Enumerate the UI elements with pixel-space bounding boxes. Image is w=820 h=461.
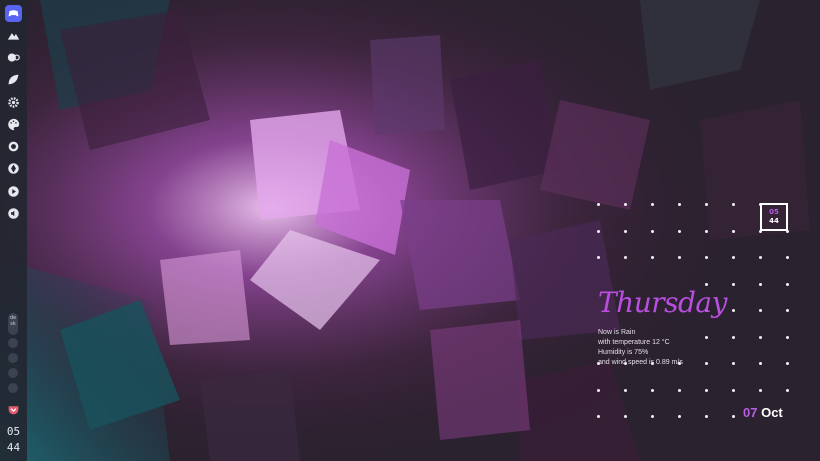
grid-dot — [678, 203, 681, 206]
grid-dot — [732, 335, 735, 339]
workspace-dot[interactable] — [8, 353, 18, 363]
grid-dot — [705, 388, 708, 392]
date-month: Oct — [761, 405, 783, 420]
grid-dot — [759, 335, 762, 339]
grid-dot — [678, 229, 681, 233]
aperture-icon[interactable] — [6, 161, 21, 176]
grid-dot — [759, 388, 762, 392]
grid-dot — [597, 203, 600, 206]
leaf-icon[interactable] — [6, 72, 21, 87]
grid-dot — [705, 203, 708, 206]
grid-dot — [705, 229, 708, 233]
grid-dot — [651, 229, 654, 233]
pocket-icon[interactable] — [6, 402, 21, 417]
grid-dot — [597, 256, 600, 259]
grid-dot — [651, 256, 654, 259]
workspace-dot[interactable] — [8, 338, 18, 348]
grid-dot — [678, 256, 681, 259]
grid-dot — [705, 335, 708, 339]
grid-dot — [624, 388, 627, 392]
grid-dot — [597, 388, 600, 392]
day-name: Thursday — [598, 286, 727, 319]
grid-dot — [732, 362, 735, 365]
grid-dot — [732, 203, 735, 206]
workspace-active[interactable]: de sk — [8, 313, 18, 335]
workspace-dot[interactable] — [8, 383, 18, 393]
sidebar-clock-minute: 44 — [6, 441, 21, 454]
grid-dot — [786, 256, 789, 259]
mountain-icon[interactable] — [6, 28, 21, 43]
grid-dot — [732, 229, 735, 233]
grid-dot — [786, 362, 789, 365]
weather-text: Now is Rain with temperature 12 °C Humid… — [598, 328, 683, 368]
weather-line: with temperature 12 °C — [598, 339, 670, 346]
volume-icon[interactable] — [6, 206, 21, 221]
grid-dot — [678, 388, 681, 392]
clock-widget: 05 44 — [760, 203, 788, 231]
weather-line: and wind speed is 0.89 m/s — [598, 359, 683, 366]
grid-dot — [759, 362, 762, 365]
grid-dot — [732, 388, 735, 392]
palette-icon[interactable] — [6, 117, 21, 132]
weather-line: Now is Rain — [598, 329, 636, 336]
play-icon[interactable] — [6, 184, 21, 199]
grid-dot — [651, 388, 654, 392]
grid-dot — [705, 256, 708, 259]
date-widget: 07 Oct — [743, 405, 783, 420]
weather-line: Humidity is 75% — [598, 349, 649, 356]
grid-dot — [651, 415, 654, 418]
grid-dot — [651, 203, 654, 206]
gear-icon[interactable] — [6, 95, 21, 110]
grid-dot — [786, 388, 789, 392]
grid-dot — [732, 309, 735, 312]
grid-dot — [624, 203, 627, 206]
grid-dot — [624, 415, 627, 418]
grid-dot — [705, 415, 708, 418]
grid-dot — [786, 335, 789, 339]
grid-dot — [624, 256, 627, 259]
toggle-icon[interactable] — [6, 50, 21, 65]
grid-dot — [597, 229, 600, 233]
workspace-label-bottom: sk — [10, 321, 16, 327]
grid-dot — [786, 282, 789, 286]
workspace-dot[interactable] — [8, 368, 18, 378]
widget-clock-hour: 05 — [769, 208, 779, 216]
date-day: 07 — [743, 405, 758, 420]
grid-dot — [732, 256, 735, 259]
grid-dot — [732, 282, 735, 286]
grid-dot — [759, 309, 762, 312]
grid-dot — [678, 415, 681, 418]
grid-dot — [732, 415, 735, 418]
sidebar-clock-hour: 05 — [6, 425, 21, 438]
grid-dot — [705, 362, 708, 365]
grid-dot — [597, 415, 600, 418]
grid-dot — [786, 309, 789, 312]
refresh-icon[interactable] — [6, 139, 21, 154]
widget-clock-minute: 44 — [769, 217, 779, 225]
grid-dot — [759, 282, 762, 286]
sidebar-dock: de sk 05 44 — [0, 0, 27, 461]
grid-dot — [759, 256, 762, 259]
grid-dot — [624, 229, 627, 233]
gamepad-icon[interactable] — [5, 5, 22, 22]
